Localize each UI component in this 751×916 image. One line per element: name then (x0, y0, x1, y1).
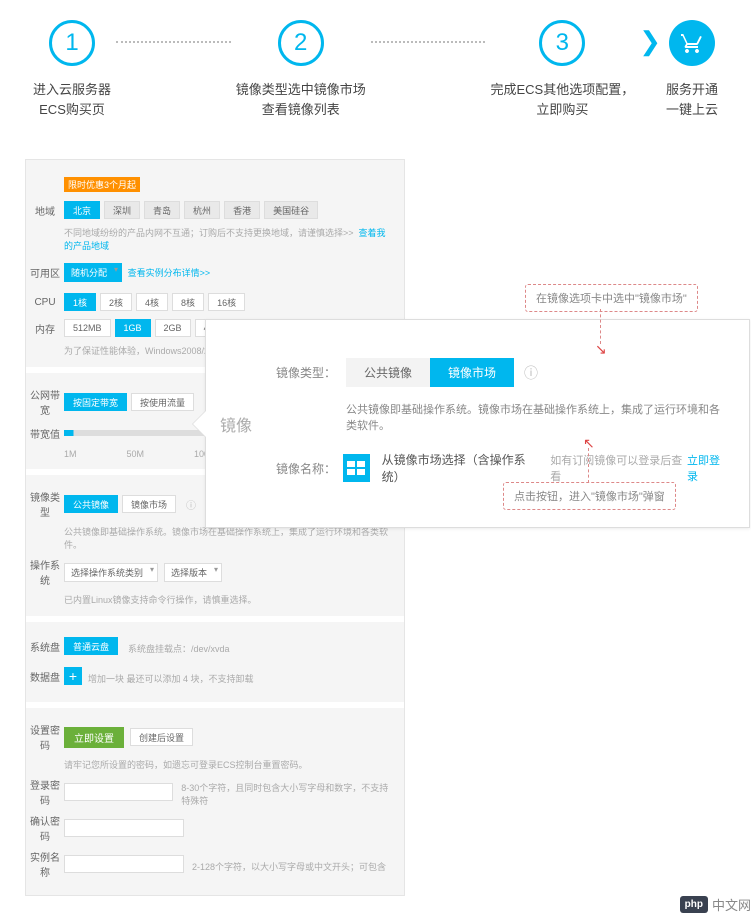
arrow-up-icon: ↖ (583, 435, 595, 452)
arrow-down-icon: ↘ (595, 341, 607, 358)
region-option[interactable]: 香港 (224, 201, 260, 219)
step-2-label-a: 镜像类型选中镜像市场 (236, 80, 366, 100)
callout-pointer-icon (193, 410, 207, 438)
datad-label: 数据盘 (26, 669, 64, 684)
datad-hint: 增加一块 最还可以添加 4 块，不支持卸载 (88, 672, 254, 685)
step-final-label-a: 服务开通 (666, 80, 718, 100)
mem-option[interactable]: 2GB (155, 319, 191, 337)
password-input[interactable] (64, 783, 173, 801)
img-tab-public[interactable]: 公共镜像 (64, 495, 118, 513)
login-link[interactable]: 立即登录 (687, 452, 729, 484)
name-hint: 2-128个字符，以大小写字母或中文开头；可包含 (192, 860, 386, 873)
add-disk-button[interactable]: + (64, 667, 82, 685)
promo-badge: 限时优惠3个月起 (64, 177, 140, 192)
set-now-button[interactable]: 立即设置 (64, 727, 124, 748)
bw-tab-fixed[interactable]: 按固定带宽 (64, 393, 127, 411)
os-select[interactable]: 选择操作系统类别 (64, 563, 158, 582)
callout-sidebar-label: 镜像 (220, 412, 252, 436)
watermark-logo: php (680, 896, 708, 913)
sysd-label: 系统盘 (26, 639, 64, 654)
step-2: 2 镜像类型选中镜像市场 查看镜像列表 (236, 20, 366, 119)
image-type-label: 镜像类型： (276, 364, 346, 381)
tab-image-market[interactable]: 镜像市场 (430, 358, 514, 387)
step-3: 3 完成ECS其他选项配置， 立即购买 (490, 20, 634, 119)
step-1-label-a: 进入云服务器 (33, 80, 111, 100)
zone-link[interactable]: 查看实例分布详情>> (128, 266, 211, 279)
pwd-label: 登录密码 (26, 777, 64, 807)
step-3-circle: 3 (539, 20, 585, 66)
region-option[interactable]: 北京 (64, 201, 100, 219)
chevron-right-icon: ❯ (639, 26, 661, 57)
annotation-bottom: 点击按钮，进入"镜像市场"弹窗 (503, 482, 676, 510)
step-1: 1 进入云服务器 ECS购买页 (33, 20, 111, 119)
region-option[interactable]: 深圳 (104, 201, 140, 219)
confirm-password-input[interactable] (64, 819, 184, 837)
step-final-label-b: 一键上云 (666, 100, 718, 120)
mem-option[interactable]: 1GB (115, 319, 151, 337)
img-label: 镜像类型 (26, 489, 64, 519)
zone-label: 可用区 (26, 265, 64, 280)
step-connector (371, 41, 486, 43)
bw-min: 1M (64, 449, 77, 459)
img-hint: 公共镜像即基础操作系统。镜像市场在基础操作系统上，集成了运行环境和各类软件。 (64, 525, 394, 551)
bw-tab-usage[interactable]: 按使用流量 (131, 393, 194, 411)
annotation-line (600, 309, 601, 344)
select-image-text: 从镜像市场选择（含操作系统） (382, 451, 543, 485)
step-1-circle: 1 (49, 20, 95, 66)
mem-label: 内存 (26, 321, 64, 336)
step-2-label-b: 查看镜像列表 (236, 100, 366, 120)
instance-name-label: 实例名称 (26, 849, 64, 879)
set-later-button[interactable]: 创建后设置 (130, 728, 193, 746)
tab-public-image[interactable]: 公共镜像 (346, 358, 430, 387)
watermark: php 中文网 (680, 895, 751, 914)
step-3-label-b: 立即购买 (490, 100, 634, 120)
help-icon[interactable]: ⓘ (186, 497, 196, 512)
set-pwd-label: 设置密码 (26, 722, 64, 752)
zone-select[interactable]: 随机分配 (64, 263, 122, 282)
step-final: 服务开通 一键上云 (666, 20, 718, 119)
cpu-option[interactable]: 8核 (172, 293, 204, 311)
os-version-select[interactable]: 选择版本 (164, 563, 222, 582)
sysd-hint: 系统盘挂载点：/dev/xvda (128, 642, 230, 655)
subscribe-hint: 如有订阅镜像可以登录后查看 (550, 452, 687, 484)
cart-icon (669, 20, 715, 66)
os-label: 操作系统 (26, 557, 64, 587)
region-hint: 不同地域纷纷的产品内网不互通；订购后不支持更换地域，请谨慎选择>> (64, 228, 354, 238)
image-desc: 公共镜像即基础操作系统。镜像市场在基础操作系统上，集成了运行环境和各类软件。 (346, 401, 729, 433)
sysd-option[interactable]: 普通云盘 (64, 637, 118, 655)
region-option[interactable]: 青岛 (144, 201, 180, 219)
set-hint: 请牢记您所设置的密码，如遗忘可登录ECS控制台重置密码。 (64, 758, 394, 771)
watermark-text: 中文网 (712, 895, 751, 914)
step-1-label-b: ECS购买页 (33, 100, 111, 120)
cpu-option[interactable]: 16核 (208, 293, 245, 311)
help-icon[interactable]: ⓘ (524, 363, 538, 383)
cpu-option[interactable]: 4核 (136, 293, 168, 311)
bw-mid: 50M (127, 449, 145, 459)
bw-label: 公网带宽 (26, 387, 64, 417)
os-hint: 已内置Linux镜像支持命令行操作，请慎重选择。 (64, 593, 394, 606)
step-connector (116, 41, 231, 43)
image-name-label: 镜像名称： (276, 460, 343, 477)
img-tab-market[interactable]: 镜像市场 (122, 495, 176, 513)
bw-value-label: 带宽值 (26, 426, 64, 441)
annotation-line (588, 448, 589, 483)
pwd-hint: 8-30个字符，且同时包含大小写字母和数字，不支持特殊符 (181, 781, 394, 807)
region-label: 地域 (26, 203, 64, 218)
cpu-option[interactable]: 1核 (64, 293, 96, 311)
step-2-circle: 2 (278, 20, 324, 66)
annotation-top: 在镜像选项卡中选中"镜像市场" (525, 284, 698, 312)
mem-option[interactable]: 512MB (64, 319, 111, 337)
confirm-label: 确认密码 (26, 813, 64, 843)
region-option[interactable]: 杭州 (184, 201, 220, 219)
instance-name-input[interactable] (64, 855, 184, 873)
select-image-button[interactable] (343, 454, 370, 482)
region-option[interactable]: 美国硅谷 (264, 201, 318, 219)
step-3-label-a: 完成ECS其他选项配置， (490, 80, 634, 100)
cpu-option[interactable]: 2核 (100, 293, 132, 311)
cpu-label: CPU (26, 297, 64, 308)
steps-bar: 1 进入云服务器 ECS购买页 2 镜像类型选中镜像市场 查看镜像列表 3 完成… (25, 20, 726, 119)
